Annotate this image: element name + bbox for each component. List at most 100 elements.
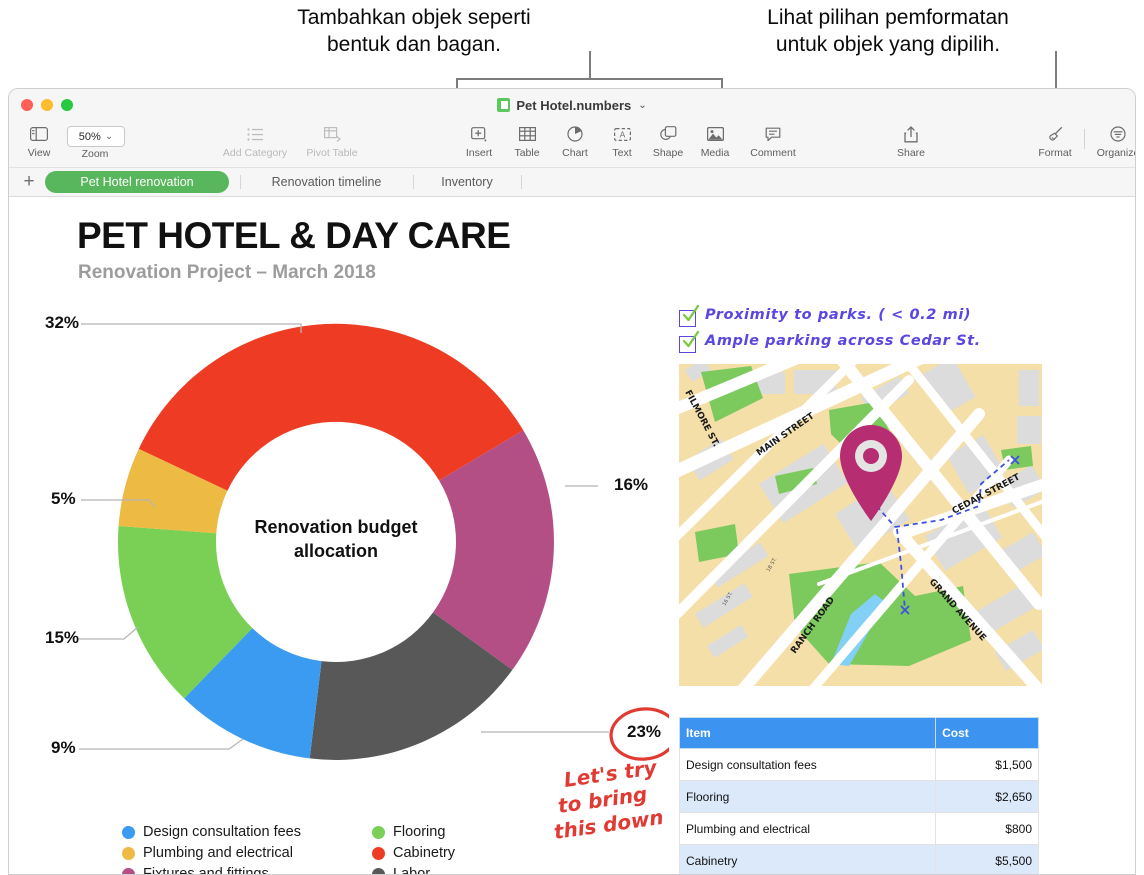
check-mark-icon <box>682 304 700 322</box>
minimize-button[interactable] <box>41 99 53 111</box>
legend-label: Plumbing and electrical <box>143 845 293 861</box>
legend-swatch <box>372 825 385 839</box>
checklist-row[interactable]: Ample parking across Cedar St. <box>679 330 1059 359</box>
insert-label: Insert <box>465 147 493 159</box>
callout-right-text: Lihat pilihan pemformatan untuk objek ya… <box>767 6 1009 56</box>
leader-9 <box>79 738 244 750</box>
zoom-select[interactable]: 50% ⌄ <box>67 126 125 147</box>
donut-center-line2: allocation <box>293 541 378 561</box>
cell-cost[interactable]: $800 <box>935 812 1039 845</box>
zoom-value: 50% <box>78 130 101 143</box>
checkbox-icon[interactable] <box>679 330 700 353</box>
add-sheet-button[interactable]: + <box>19 172 39 192</box>
legend-swatch <box>122 867 135 874</box>
comment-icon <box>765 123 781 145</box>
zoom-window-button[interactable] <box>61 99 73 111</box>
organize-icon <box>1110 123 1126 145</box>
chevron-down-icon: ⌄ <box>104 131 114 142</box>
donut-center-label: Renovation budget allocation <box>228 515 444 563</box>
checkbox-icon[interactable] <box>679 304 700 327</box>
cost-table[interactable]: Item Cost Design consultation fees $1,50… <box>678 717 1039 874</box>
cell-cost[interactable]: $1,500 <box>935 748 1039 781</box>
pct-label-9: 9% <box>51 738 76 757</box>
format-brush-icon <box>1047 123 1064 145</box>
numbers-window: Pet Hotel.numbers ⌄ View 50% ⌄ Zoom Add … <box>8 88 1136 875</box>
zoom-label: Zoom <box>81 148 109 160</box>
add-category-button[interactable]: Add Category <box>222 123 288 159</box>
share-icon <box>904 123 918 145</box>
check-mark-icon <box>682 330 700 348</box>
pct-label-23: 23% <box>626 722 662 741</box>
cell-cost[interactable]: $5,500 <box>935 844 1039 874</box>
text-label: Text <box>612 147 632 159</box>
comment-label: Comment <box>750 147 796 159</box>
sidebar-item-inventory[interactable]: Inventory <box>421 171 513 193</box>
insert-icon <box>471 123 487 145</box>
page-subtitle: Renovation Project – March 2018 <box>78 262 376 283</box>
pct-label-5: 5% <box>51 489 76 508</box>
legend-label: Fixtures and fittings <box>143 866 269 875</box>
pct-label-16: 16% <box>614 475 649 494</box>
pivot-table-button[interactable]: Pivot Table <box>302 123 362 159</box>
add-category-label: Add Category <box>222 147 288 159</box>
close-button[interactable] <box>21 99 33 111</box>
legend-item: Labor <box>372 864 542 875</box>
media-button[interactable]: Media <box>687 123 743 159</box>
cell-item[interactable]: Plumbing and electrical <box>678 812 937 845</box>
main-toolbar: View 50% ⌄ Zoom Add Category Pivot Table… <box>9 121 1135 168</box>
legend-label: Labor <box>393 866 431 875</box>
table-row[interactable]: Flooring $2,650 <box>678 780 1039 813</box>
format-label: Format <box>1038 147 1072 159</box>
location-map-image[interactable]: FILMORE ST. MAIN STREET CEDAR STREET GRA… <box>679 364 1042 686</box>
text-box-icon: A <box>613 123 631 145</box>
organize-label: Organize <box>1096 147 1136 159</box>
table-row[interactable]: Design consultation fees $1,500 <box>678 748 1039 781</box>
checklist-row[interactable]: Proximity to parks. ( < 0.2 mi) <box>679 304 1059 333</box>
cell-item[interactable]: Design consultation fees <box>678 748 937 781</box>
tab-divider <box>413 175 414 189</box>
view-label: View <box>27 147 51 159</box>
legend-item: Design consultation fees <box>122 822 372 842</box>
format-button[interactable]: Format <box>1027 123 1083 159</box>
sheet-canvas[interactable]: PET HOTEL & DAY CARE Renovation Project … <box>9 197 1135 875</box>
legend-label: Cabinetry <box>393 845 456 861</box>
chart-icon <box>567 123 583 145</box>
window-controls[interactable] <box>21 99 73 111</box>
legend-label: Design consultation fees <box>143 824 301 840</box>
pivot-table-icon <box>323 123 341 145</box>
sidebar-item-renovation-timeline[interactable]: Renovation timeline <box>249 171 404 193</box>
toolbar-divider <box>1084 129 1085 149</box>
checklist-label: Proximity to parks. ( < 0.2 mi) <box>705 307 972 323</box>
callout-left-stem <box>589 51 591 79</box>
legend-swatch <box>372 846 385 860</box>
cell-item[interactable]: Cabinetry <box>678 844 937 874</box>
handwritten-checklist: Proximity to parks. ( < 0.2 mi) Ample pa… <box>679 304 1059 359</box>
table-icon <box>518 123 536 145</box>
media-icon <box>706 123 724 145</box>
view-button[interactable]: View <box>11 123 67 159</box>
legend-swatch <box>372 867 385 874</box>
shape-label: Shape <box>652 147 684 159</box>
cell-item[interactable]: Flooring <box>678 780 937 813</box>
document-title[interactable]: Pet Hotel.numbers ⌄ <box>497 98 647 113</box>
chevron-down-icon[interactable]: ⌄ <box>638 100 646 111</box>
chart-label: Chart <box>562 147 588 159</box>
checklist-label: Ample parking across Cedar St. <box>705 333 981 349</box>
budget-donut-chart[interactable]: 32% 16% 5% 15% 9% 23% Renovation budget … <box>29 297 679 843</box>
column-header-cost[interactable]: Cost <box>935 717 1039 749</box>
comment-button[interactable]: Comment <box>745 123 801 159</box>
column-header-item[interactable]: Item <box>678 717 937 749</box>
callout-left-bracket <box>456 78 723 80</box>
share-button[interactable]: Share <box>883 123 939 159</box>
svg-text:A: A <box>619 129 625 139</box>
table-label: Table <box>514 147 540 159</box>
organize-button[interactable]: Organize <box>1087 123 1136 159</box>
legend-swatch <box>122 825 135 839</box>
window-titlebar: Pet Hotel.numbers ⌄ <box>9 89 1135 121</box>
callout-left-text: Tambahkan objek seperti bentuk dan bagan… <box>297 6 531 56</box>
table-row[interactable]: Cabinetry $5,500 <box>678 844 1039 874</box>
cell-cost[interactable]: $2,650 <box>935 780 1039 813</box>
page-title: PET HOTEL & DAY CARE <box>77 215 511 256</box>
sidebar-item-pet-hotel-renovation[interactable]: Pet Hotel renovation <box>45 171 229 193</box>
table-row[interactable]: Plumbing and electrical $800 <box>678 812 1039 845</box>
